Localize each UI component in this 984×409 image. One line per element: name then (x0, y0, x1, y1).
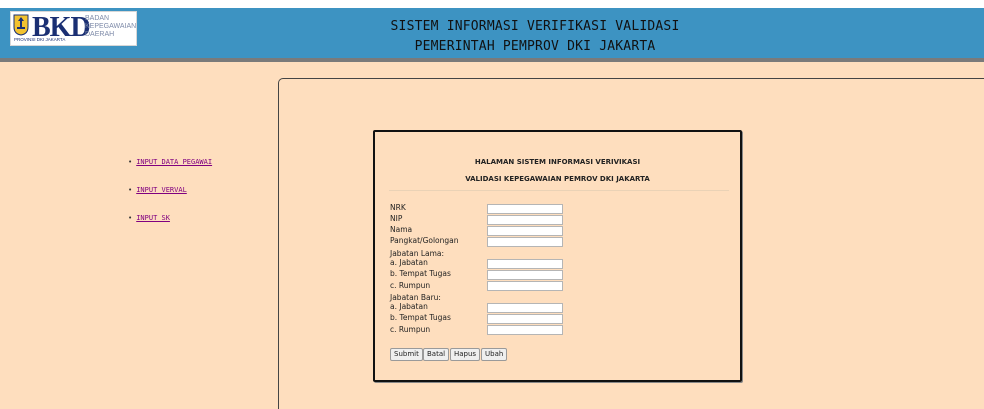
form-divider (389, 190, 729, 191)
baru-rumpun-field[interactable] (487, 325, 563, 335)
title-line-1: SISTEM INFORMASI VERIFIKASI VALIDASI (390, 19, 680, 34)
label-baru-rumpun: c. Rumpun (390, 325, 431, 334)
batal-button[interactable]: Batal (423, 348, 450, 361)
logo-sub-line: KEPEGAWAIAN (85, 23, 137, 30)
baru-jabatan-field[interactable] (487, 303, 563, 313)
header-divider (0, 58, 984, 62)
baru-tempat-tugas-field[interactable] (487, 314, 563, 324)
sidebar-item-input-sk[interactable]: • INPUT SK (128, 214, 170, 222)
bullet-icon: • (128, 186, 133, 194)
label-lama-jabatan: a. Jabatan (390, 258, 428, 267)
verification-form: HALAMAN SISTEM INFORMASI VERIVIKASI VALI… (373, 130, 742, 382)
lama-jabatan-field[interactable] (487, 259, 563, 269)
sidebar-item-input-verval[interactable]: • INPUT VERVAL (128, 186, 187, 194)
nama-field[interactable] (487, 226, 563, 236)
bkd-logo: BKD BADAN KEPEGAWAIAN DAERAH PROVINSI DK… (10, 11, 137, 46)
label-lama-rumpun: c. Rumpun (390, 281, 431, 290)
bullet-icon: • (128, 214, 133, 222)
label-nrk: NRK (390, 203, 406, 212)
form-title-line-1: HALAMAN SISTEM INFORMASI VERIVIKASI (474, 158, 641, 166)
lama-rumpun-field[interactable] (487, 281, 563, 291)
page-header: BKD BADAN KEPEGAWAIAN DAERAH PROVINSI DK… (0, 8, 984, 58)
jakarta-seal-icon (13, 14, 29, 36)
sidebar-item-label[interactable]: INPUT VERVAL (136, 186, 187, 194)
label-lama-tempat-tugas: b. Tempat Tugas (390, 269, 451, 278)
top-border (0, 0, 984, 8)
hapus-button[interactable]: Hapus (450, 348, 481, 361)
page-title: SISTEM INFORMASI VERIFIKASI VALIDASI PEM… (330, 17, 740, 57)
sidebar-item-label[interactable]: INPUT DATA PEGAWAI (136, 158, 212, 166)
bullet-icon: • (128, 158, 133, 166)
sidebar-item-label[interactable]: INPUT SK (136, 214, 170, 222)
nrk-field[interactable] (487, 204, 563, 214)
logo-subtitle: BADAN KEPEGAWAIAN DAERAH (85, 15, 137, 39)
nip-field[interactable] (487, 215, 563, 225)
label-jabatan-baru: Jabatan Baru: (390, 293, 441, 302)
logo-province: PROVINSI DKI JAKARTA (14, 37, 66, 42)
submit-button[interactable]: Submit (390, 348, 423, 361)
label-baru-jabatan: a. Jabatan (390, 302, 428, 311)
label-jabatan-lama: Jabatan Lama: (390, 249, 445, 258)
label-baru-tempat-tugas: b. Tempat Tugas (390, 313, 451, 322)
logo-sub-line: DAERAH (85, 31, 115, 38)
ubah-button[interactable]: Ubah (481, 348, 508, 361)
form-title-line-2: VALIDASI KEPEGAWAIAN PEMROV DKI JAKARTA (465, 175, 650, 183)
label-nama: Nama (390, 225, 413, 234)
sidebar-item-input-data-pegawai[interactable]: • INPUT DATA PEGAWAI (128, 158, 212, 166)
pangkat-golongan-field[interactable] (487, 237, 563, 247)
lama-tempat-tugas-field[interactable] (487, 270, 563, 280)
label-nip: NIP (390, 214, 403, 223)
title-line-2: PEMERINTAH PEMPROV DKI JAKARTA (414, 39, 656, 54)
label-pangkat-golongan: Pangkat/Golongan (390, 236, 459, 245)
logo-sub-line: BADAN (85, 15, 110, 22)
